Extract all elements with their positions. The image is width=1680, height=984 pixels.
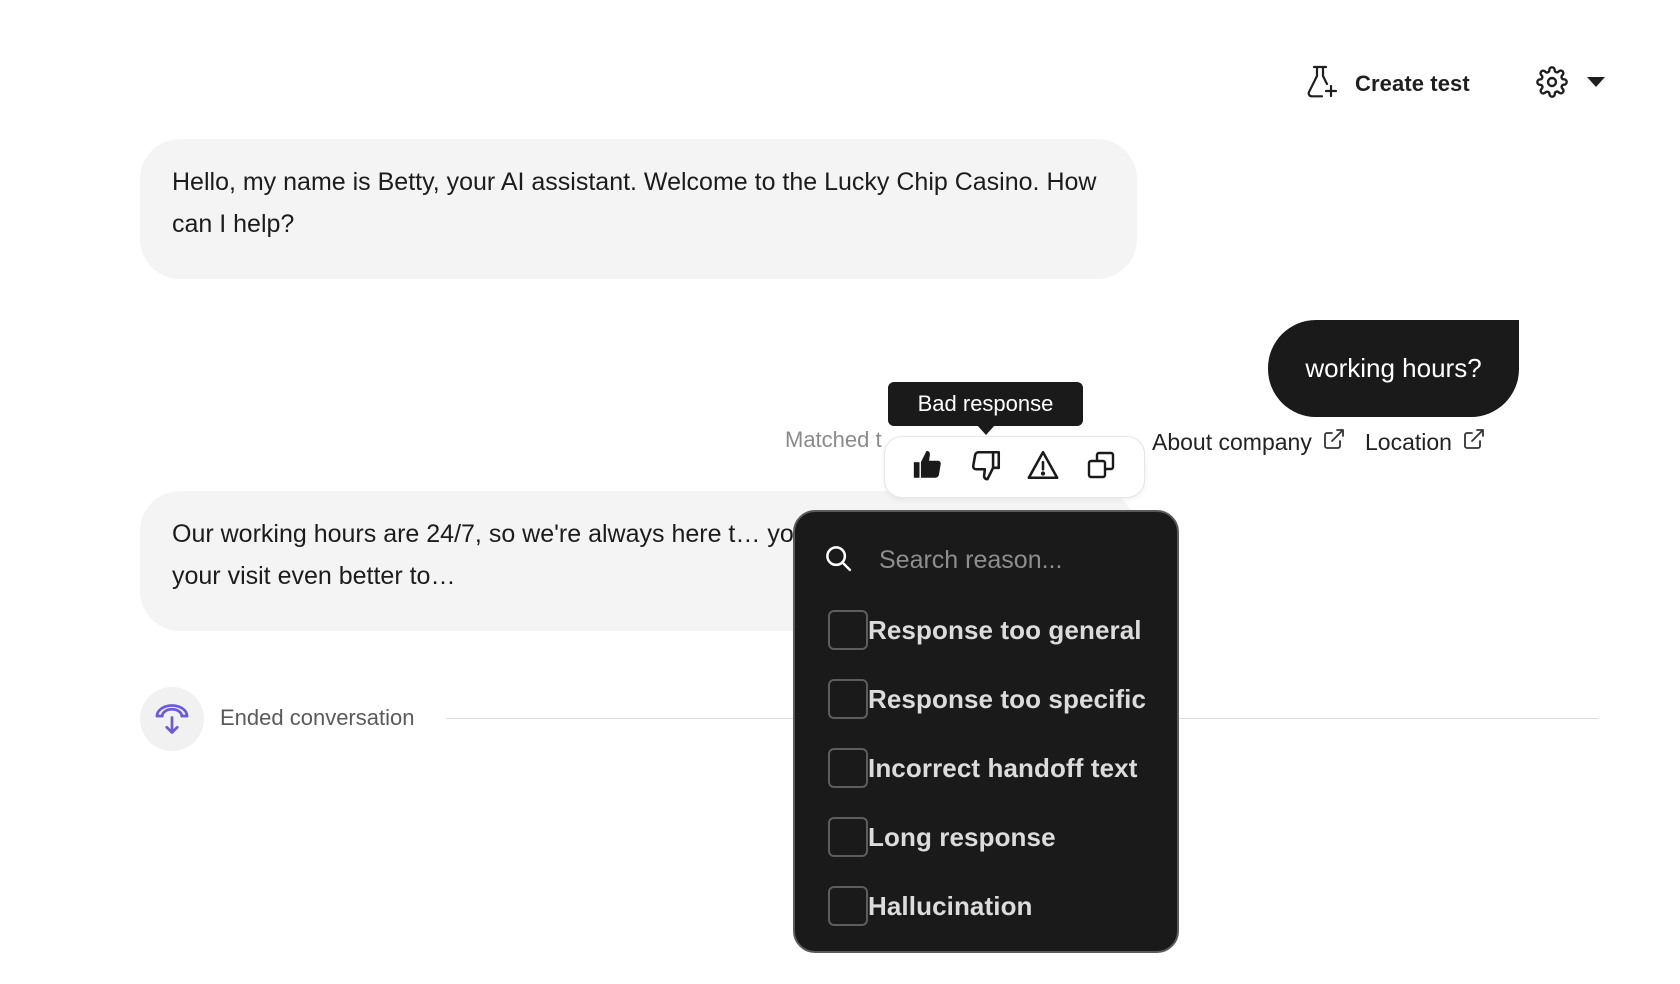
thumbs-down-button[interactable] [963, 444, 1009, 490]
reason-option[interactable]: Response too specific [828, 677, 1146, 721]
search-icon [823, 543, 853, 578]
message-text: Hello, my name is Betty, your AI assista… [172, 168, 1097, 238]
reason-label: Hallucination [868, 890, 1033, 921]
flask-plus-icon [1305, 64, 1339, 105]
reason-option[interactable]: Incorrect handoff text [828, 746, 1137, 790]
reason-label: Response too specific [868, 683, 1147, 714]
caret-down-icon[interactable] [1586, 75, 1606, 93]
external-link-icon [1322, 427, 1346, 457]
divider [1178, 718, 1598, 719]
handoff-icon [140, 687, 204, 751]
reason-option[interactable]: Response too general [828, 608, 1142, 652]
reason-checkbox[interactable] [828, 886, 868, 926]
reason-option[interactable]: Hallucination [828, 884, 1033, 928]
gear-icon[interactable] [1536, 65, 1568, 103]
topic-link-about-company[interactable]: About company [1152, 427, 1346, 457]
thumbs-up-icon [911, 448, 945, 487]
copy-button[interactable] [1078, 444, 1124, 490]
feedback-toolbar [884, 436, 1145, 498]
thumbs-down-icon [969, 448, 1003, 487]
message-text: working hours? [1305, 353, 1482, 383]
reason-dropdown: Response too general Response too specif… [793, 510, 1201, 953]
ended-conversation-label: Ended conversation [220, 705, 415, 730]
topic-label: About company [1152, 428, 1312, 455]
reason-label: Incorrect handoff text [868, 752, 1138, 783]
divider [446, 718, 794, 719]
matched-topics-label: Matched t [785, 427, 882, 452]
topic-label: Location [1365, 428, 1452, 455]
user-message: working hours? [1268, 320, 1519, 417]
assistant-message: Hello, my name is Betty, your AI assista… [140, 139, 1137, 279]
reason-label: Long response [868, 821, 1056, 852]
settings-menu[interactable] [1536, 64, 1606, 104]
external-link-icon [1462, 427, 1486, 457]
reason-checkbox[interactable] [828, 610, 868, 650]
warning-icon [1025, 448, 1061, 487]
report-issue-button[interactable] [1020, 444, 1066, 490]
reason-option[interactable]: Long response [828, 815, 1056, 859]
reason-label: Response too general [868, 614, 1142, 645]
create-test-label: Create test [1355, 71, 1470, 96]
reason-checkbox[interactable] [828, 817, 868, 857]
create-test-button[interactable]: Create test [1305, 64, 1470, 104]
tooltip: Bad response [888, 382, 1083, 426]
reason-checkbox[interactable] [828, 679, 868, 719]
search-reason-input[interactable] [879, 545, 1201, 575]
copy-icon [1085, 449, 1117, 486]
tooltip-text: Bad response [917, 391, 1054, 416]
thumbs-up-button[interactable] [905, 444, 951, 490]
topic-link-location[interactable]: Location [1365, 427, 1486, 457]
reason-search [823, 538, 1201, 582]
reason-checkbox[interactable] [828, 748, 868, 788]
